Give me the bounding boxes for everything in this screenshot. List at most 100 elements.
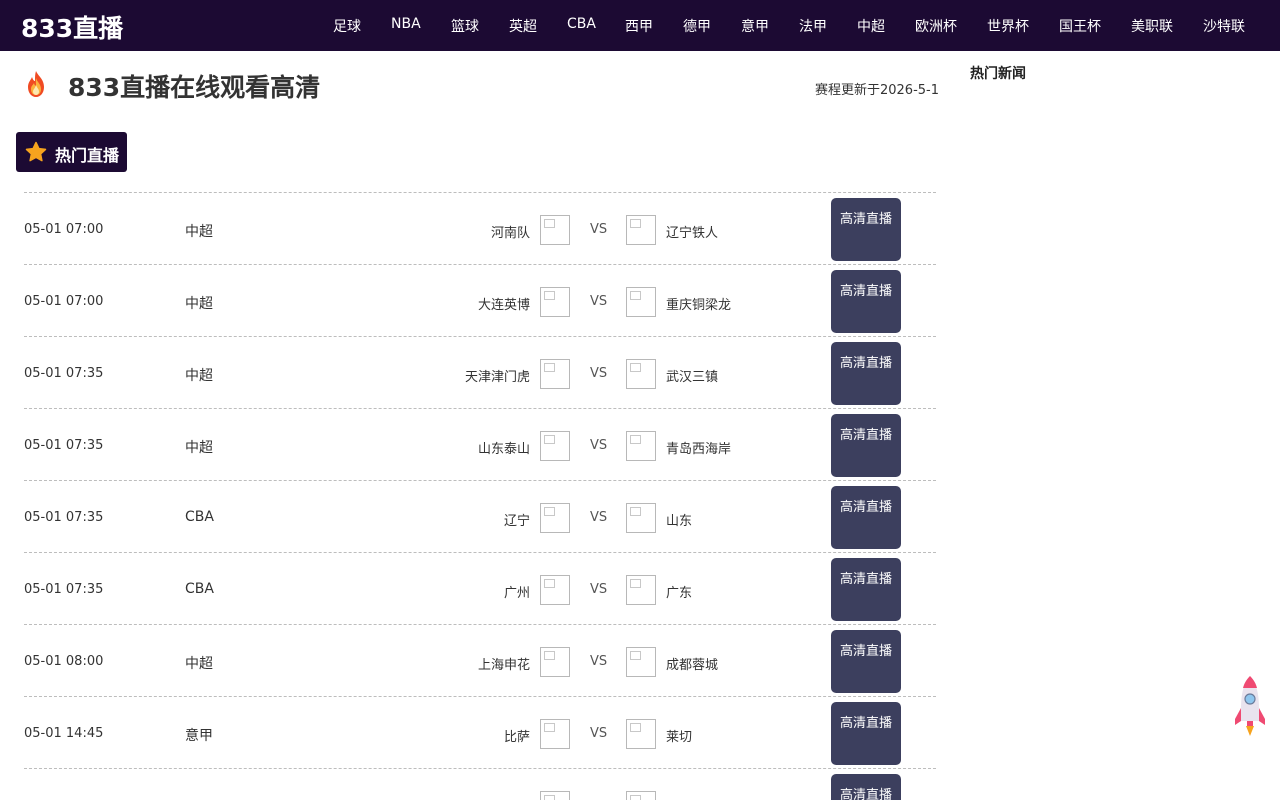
match-league[interactable]: 中超 (185, 437, 213, 457)
away-team-logo-icon (626, 431, 656, 461)
match-row: 05-01 08:00 中超 上海申花 VS 成都蓉城 高清直播 (24, 624, 936, 696)
vs-label: VS (590, 582, 608, 597)
nav-item[interactable]: 英超 (509, 16, 537, 36)
vs-label: VS (590, 294, 608, 309)
match-league[interactable]: CBA (185, 581, 214, 597)
home-team-logo-icon (540, 647, 570, 677)
match-time: 05-01 07:35 (24, 366, 104, 381)
vs-label: VS (590, 366, 608, 381)
home-team: 天津津门虎 (464, 370, 530, 385)
match-time: 05-01 07:35 (24, 438, 104, 453)
vs-label: VS (590, 654, 608, 669)
home-team-logo-icon (540, 431, 570, 461)
away-team-logo-icon (626, 719, 656, 749)
away-team: 武汉三镇 (666, 370, 719, 385)
nav-item[interactable]: 沙特联 (1203, 16, 1245, 36)
watch-hd-button[interactable]: 高清直播 (831, 414, 901, 477)
nav-item[interactable]: 篮球 (451, 16, 479, 36)
home-team-logo-icon (540, 287, 570, 317)
watch-hd-button[interactable]: 高清直播 (831, 630, 901, 693)
match-time: 05-01 07:35 (24, 510, 104, 525)
match-row: 05-01 07:35 CBA 辽宁 VS 山东 高清直播 (24, 480, 936, 552)
nav-item[interactable]: CBA (567, 16, 596, 32)
hot-live-label: 热门直播 (55, 146, 120, 165)
vs-label: VS (590, 222, 608, 237)
nav-item[interactable]: 意甲 (741, 16, 769, 36)
away-team-logo-icon (626, 215, 656, 245)
nav-item[interactable]: 美职联 (1131, 16, 1173, 36)
home-team: 比萨 (503, 730, 530, 745)
watch-hd-button[interactable]: 高清直播 (831, 774, 901, 800)
watch-hd-button[interactable]: 高清直播 (831, 198, 901, 261)
match-league[interactable]: 中超 (185, 365, 213, 385)
home-team: 山东泰山 (477, 442, 530, 457)
home-team: 广州 (503, 586, 530, 601)
nav-item[interactable]: 欧洲杯 (915, 16, 957, 36)
home-team-logo-icon (540, 791, 570, 800)
match-row: 05-01 07:35 CBA 广州 VS 广东 高清直播 (24, 552, 936, 624)
match-time: 05-01 08:00 (24, 654, 104, 669)
match-league[interactable]: 中超 (185, 653, 213, 673)
match-league[interactable]: 中超 (185, 293, 213, 313)
away-team-logo-icon (626, 287, 656, 317)
nav-item[interactable]: 德甲 (683, 16, 711, 36)
vs-label: VS (590, 510, 608, 525)
home-team: 大连英博 (477, 298, 530, 313)
schedule-update-date: 赛程更新于2026-5-1 (814, 83, 939, 98)
match-time: 05-01 14:45 (24, 726, 104, 741)
away-team: 莱切 (666, 730, 693, 745)
site-logo[interactable]: 833直播 (21, 9, 123, 45)
nav-item[interactable]: 西甲 (625, 16, 653, 36)
match-league[interactable]: 中超 (185, 221, 213, 241)
fire-icon (28, 71, 44, 97)
away-team: 成都蓉城 (666, 658, 719, 673)
watch-hd-button[interactable]: 高清直播 (831, 558, 901, 621)
match-league[interactable]: CBA (185, 509, 214, 525)
nav-item[interactable]: 国王杯 (1059, 16, 1101, 36)
match-row: 05-01 07:00 中超 河南队 VS 辽宁铁人 高清直播 (24, 192, 936, 264)
match-row: 05-01 07:35 中超 山东泰山 VS 青岛西海岸 高清直播 (24, 408, 936, 480)
hot-news-title: 热门新闻 (970, 66, 1026, 82)
watch-hd-button[interactable]: 高清直播 (831, 486, 901, 549)
home-team-logo-icon (540, 719, 570, 749)
away-team-logo-icon (626, 647, 656, 677)
away-team: 山东 (666, 514, 693, 529)
away-team: 辽宁铁人 (666, 226, 719, 241)
match-time: 05-01 07:35 (24, 582, 104, 597)
home-team: 辽宁 (503, 514, 530, 529)
away-team-logo-icon (626, 359, 656, 389)
match-row: 05-01 07:35 中超 天津津门虎 VS 武汉三镇 高清直播 (24, 336, 936, 408)
home-team-logo-icon (540, 359, 570, 389)
away-team: 青岛西海岸 (666, 442, 732, 457)
match-league[interactable]: 意甲 (185, 725, 213, 745)
match-row: 05-01 07:00 中超 大连英博 VS 重庆铜梁龙 高清直播 (24, 264, 936, 336)
away-team-logo-icon (626, 791, 656, 800)
top-navbar: 833直播 足球 NBA 篮球 英超 CBA 西甲 德甲 意甲 法甲 中超 欧洲杯 世界杯 国王杯 美职联… (0, 0, 1280, 51)
nav-item[interactable]: 中超 (857, 16, 885, 36)
nav-item[interactable]: 足球 (333, 16, 361, 36)
vs-label: VS (590, 726, 608, 741)
match-row-partial: 高清直播 (24, 768, 936, 800)
away-team: 重庆铜梁龙 (666, 298, 732, 313)
back-to-top-rocket-icon[interactable] (1235, 675, 1265, 737)
page-title: 833直播在线观看高清 (68, 73, 321, 102)
match-row: 05-01 14:45 意甲 比萨 VS 莱切 高清直播 (24, 696, 936, 768)
match-time: 05-01 07:00 (24, 294, 104, 309)
home-team-logo-icon (540, 575, 570, 605)
home-team-logo-icon (540, 503, 570, 533)
watch-hd-button[interactable]: 高清直播 (831, 702, 901, 765)
home-team-logo-icon (540, 215, 570, 245)
watch-hd-button[interactable]: 高清直播 (831, 342, 901, 405)
nav-item[interactable]: 法甲 (799, 16, 827, 36)
watch-hd-button[interactable]: 高清直播 (831, 270, 901, 333)
home-team: 上海申花 (477, 658, 530, 673)
nav-item[interactable]: NBA (391, 16, 421, 32)
hot-live-tab[interactable]: 热门直播 (16, 132, 127, 172)
vs-label: VS (590, 438, 608, 453)
nav-item[interactable]: 世界杯 (987, 16, 1029, 36)
star-icon (25, 141, 47, 162)
home-team: 河南队 (490, 226, 530, 241)
away-team-logo-icon (626, 575, 656, 605)
match-schedule: 05-01 07:00 中超 河南队 VS 辽宁铁人 高清直播 05-01 07:00 中超大… (24, 192, 936, 800)
away-team-logo-icon (626, 503, 656, 533)
